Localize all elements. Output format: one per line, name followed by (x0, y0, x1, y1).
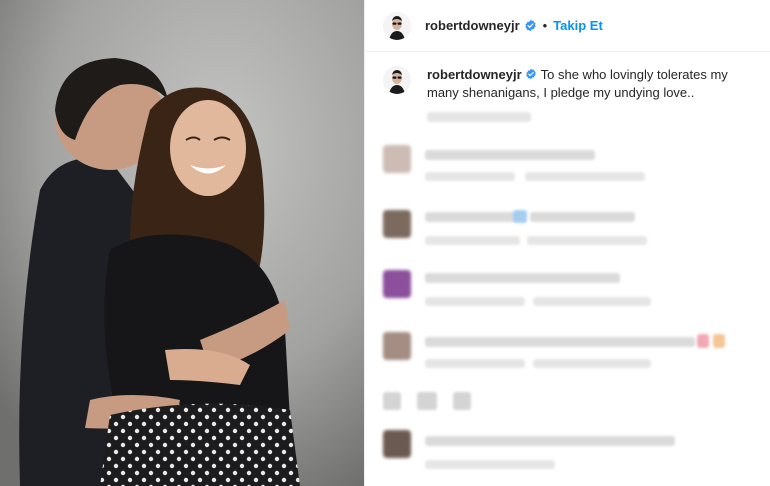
comment-meta-blurred (533, 297, 651, 306)
comment-meta-blurred (425, 236, 520, 245)
comment-meta-blurred (525, 172, 645, 181)
comment-emoji-blurred (713, 334, 725, 348)
username[interactable]: robertdowneyjr (425, 18, 520, 33)
profile-avatar[interactable] (383, 11, 411, 40)
caption-avatar[interactable] (383, 66, 411, 94)
comment-text-blurred (425, 337, 695, 347)
comment-avatar[interactable] (383, 210, 411, 238)
comment-meta-blurred (425, 359, 525, 368)
follow-button[interactable]: Takip Et (553, 18, 603, 33)
comment-text-blurred (425, 273, 620, 283)
comment-text-blurred (425, 436, 675, 446)
couple-photo-illustration (0, 0, 364, 486)
comment-emoji-blurred (453, 392, 471, 410)
verified-badge-icon (526, 68, 536, 80)
comment-emoji-blurred (513, 210, 527, 223)
caption-text: robertdowneyjr To she who lovingly toler… (427, 66, 763, 102)
comment-avatar[interactable] (383, 270, 411, 298)
comment-emoji-blurred (417, 392, 437, 410)
comment-text-blurred (425, 212, 515, 222)
comment-text-blurred (425, 150, 595, 160)
verified-badge-icon (525, 19, 536, 32)
caption-block: robertdowneyjr To she who lovingly toler… (383, 66, 763, 102)
post-header: robertdowneyjr • Takip Et (365, 0, 770, 52)
comment-emoji-blurred (383, 392, 401, 410)
avatar-image (383, 11, 411, 40)
comment-emoji-blurred (697, 334, 709, 348)
caption-username[interactable]: robertdowneyjr (427, 67, 522, 82)
comment-text-blurred (530, 212, 635, 222)
comment-meta-blurred (425, 297, 525, 306)
comment-meta-blurred (425, 172, 515, 181)
comment-meta-blurred (527, 236, 647, 245)
post-side-panel: robertdowneyjr • Takip Et robertdowneyjr (364, 0, 770, 486)
comment-meta-blurred (425, 460, 555, 469)
comment-avatar[interactable] (383, 430, 411, 458)
comment-avatar[interactable] (383, 332, 411, 360)
caption-timestamp-blurred (427, 112, 531, 122)
avatar-image (383, 66, 411, 94)
comment-avatar[interactable] (383, 145, 411, 173)
header-separator: • (542, 18, 548, 33)
post-photo[interactable] (0, 0, 364, 486)
comment-meta-blurred (533, 359, 651, 368)
